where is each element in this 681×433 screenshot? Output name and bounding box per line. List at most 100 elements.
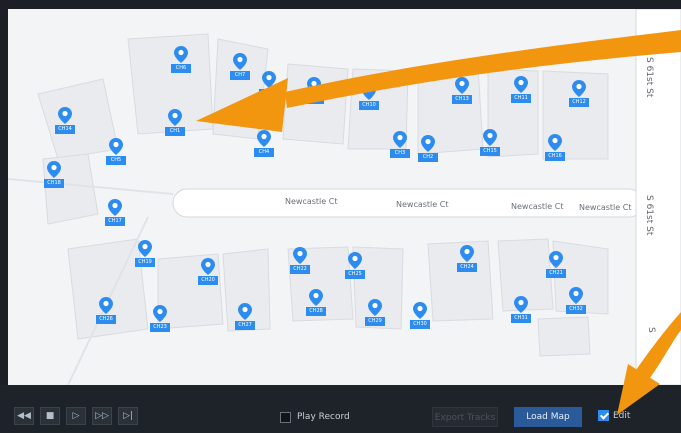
- location-pin-icon: [238, 303, 252, 320]
- camera-label: CH17: [105, 217, 125, 226]
- camera-marker[interactable]: CH27: [235, 303, 255, 337]
- edit-label: Edit: [613, 410, 631, 421]
- camera-marker[interactable]: CH28: [306, 289, 326, 323]
- camera-marker[interactable]: CH14: [55, 107, 75, 141]
- camera-label: CH6: [171, 64, 191, 73]
- location-pin-icon: [362, 83, 376, 100]
- location-pin-icon: [108, 199, 122, 216]
- camera-label: CH5: [106, 156, 126, 165]
- camera-marker[interactable]: CH29: [365, 299, 385, 333]
- camera-marker[interactable]: CH17: [105, 199, 125, 233]
- rewind-button[interactable]: ◀◀: [14, 407, 34, 425]
- camera-label: CH19: [135, 258, 155, 267]
- street-label-newcastle-ct: Newcastle Ct: [396, 200, 449, 209]
- camera-label: CH32: [566, 305, 586, 314]
- camera-label: CH18: [44, 179, 64, 188]
- camera-marker[interactable]: CH1: [165, 109, 185, 143]
- camera-marker[interactable]: CH20: [198, 258, 218, 292]
- location-pin-icon: [421, 135, 435, 152]
- location-pin-icon: [153, 305, 167, 322]
- location-pin-icon: [262, 71, 276, 88]
- street-label-newcastle-ct: Newcastle Ct: [285, 197, 338, 206]
- camera-marker[interactable]: CH3: [390, 131, 410, 165]
- location-pin-icon: [47, 161, 61, 178]
- camera-marker[interactable]: CH8: [259, 71, 279, 105]
- camera-marker[interactable]: CH6: [171, 46, 191, 80]
- camera-label: CH10: [359, 101, 379, 110]
- camera-marker[interactable]: CH19: [135, 240, 155, 274]
- camera-label: CH4: [254, 148, 274, 157]
- play-button[interactable]: ▷: [66, 407, 86, 425]
- camera-label: CH13: [452, 95, 472, 104]
- location-pin-icon: [307, 77, 321, 94]
- play-record-checkbox[interactable]: [280, 411, 291, 423]
- street-label-s-61st-st: S 61st St: [644, 57, 654, 98]
- camera-label: CH27: [235, 321, 255, 330]
- location-pin-icon: [548, 134, 562, 151]
- camera-marker[interactable]: CH21: [546, 251, 566, 285]
- location-pin-icon: [483, 129, 497, 146]
- location-pin-icon: [460, 245, 474, 262]
- location-pin-icon: [201, 258, 215, 275]
- camera-label: CH9: [304, 95, 324, 104]
- edit-checkbox[interactable]: [598, 410, 609, 421]
- street-label-newcastle-ct: Newcastle Ct: [579, 203, 632, 212]
- camera-marker[interactable]: CH2: [418, 135, 438, 169]
- camera-label: CH7: [230, 71, 250, 80]
- location-pin-icon: [109, 138, 123, 155]
- camera-marker[interactable]: CH12: [569, 80, 589, 114]
- camera-marker[interactable]: CH18: [44, 161, 64, 195]
- location-pin-icon: [309, 289, 323, 306]
- location-pin-icon: [99, 297, 113, 314]
- camera-marker[interactable]: CH7: [230, 53, 250, 87]
- camera-marker[interactable]: CH16: [545, 134, 565, 168]
- location-pin-icon: [138, 240, 152, 257]
- location-pin-icon: [514, 76, 528, 93]
- camera-marker[interactable]: CH11: [511, 76, 531, 110]
- camera-marker[interactable]: CH15: [480, 129, 500, 163]
- camera-marker[interactable]: CH32: [566, 287, 586, 321]
- location-pin-icon: [549, 251, 563, 268]
- camera-marker[interactable]: CH23: [150, 305, 170, 339]
- location-pin-icon: [58, 107, 72, 124]
- location-pin-icon: [413, 302, 427, 319]
- camera-marker[interactable]: CH22: [290, 247, 310, 281]
- camera-label: CH3: [390, 149, 410, 158]
- next-frame-button[interactable]: ▷|: [118, 407, 138, 425]
- play-record-toggle[interactable]: Play Record: [280, 410, 350, 424]
- location-pin-icon: [368, 299, 382, 316]
- camera-marker[interactable]: CH9: [304, 77, 324, 111]
- camera-marker[interactable]: CH13: [452, 77, 472, 111]
- camera-label: CH23: [150, 323, 170, 332]
- camera-label: CH22: [290, 265, 310, 274]
- next-frame-icon: ▷|: [123, 411, 133, 421]
- camera-label: CH20: [198, 276, 218, 285]
- camera-marker[interactable]: CH5: [106, 138, 126, 172]
- map-canvas[interactable]: Newcastle Ct Newcastle Ct Newcastle Ct N…: [8, 9, 681, 385]
- camera-marker[interactable]: CH25: [345, 252, 365, 286]
- location-pin-icon: [168, 109, 182, 126]
- camera-label: CH31: [511, 314, 531, 323]
- camera-marker[interactable]: CH10: [359, 83, 379, 117]
- fast-forward-button[interactable]: ▷▷: [92, 407, 112, 425]
- camera-label: CH26: [96, 315, 116, 324]
- street-label-newcastle-ct: Newcastle Ct: [511, 202, 564, 211]
- location-pin-icon: [514, 296, 528, 313]
- camera-marker[interactable]: CH24: [457, 245, 477, 279]
- camera-label: CH15: [480, 147, 500, 156]
- stop-button[interactable]: ■: [40, 407, 60, 425]
- load-map-button[interactable]: Load Map: [514, 407, 582, 427]
- location-pin-icon: [233, 53, 247, 70]
- camera-marker[interactable]: CH4: [254, 130, 274, 164]
- camera-marker[interactable]: CH30: [410, 302, 430, 336]
- export-tracks-button[interactable]: Export Tracks: [432, 407, 498, 427]
- camera-marker[interactable]: CH31: [511, 296, 531, 330]
- edit-toggle[interactable]: Edit: [598, 410, 630, 421]
- camera-label: CH21: [546, 269, 566, 278]
- street-label-s-61st-st: S: [646, 327, 656, 333]
- camera-marker[interactable]: CH26: [96, 297, 116, 331]
- camera-label: CH25: [345, 270, 365, 279]
- camera-label: CH30: [410, 320, 430, 329]
- camera-label: CH2: [418, 153, 438, 162]
- location-pin-icon: [572, 80, 586, 97]
